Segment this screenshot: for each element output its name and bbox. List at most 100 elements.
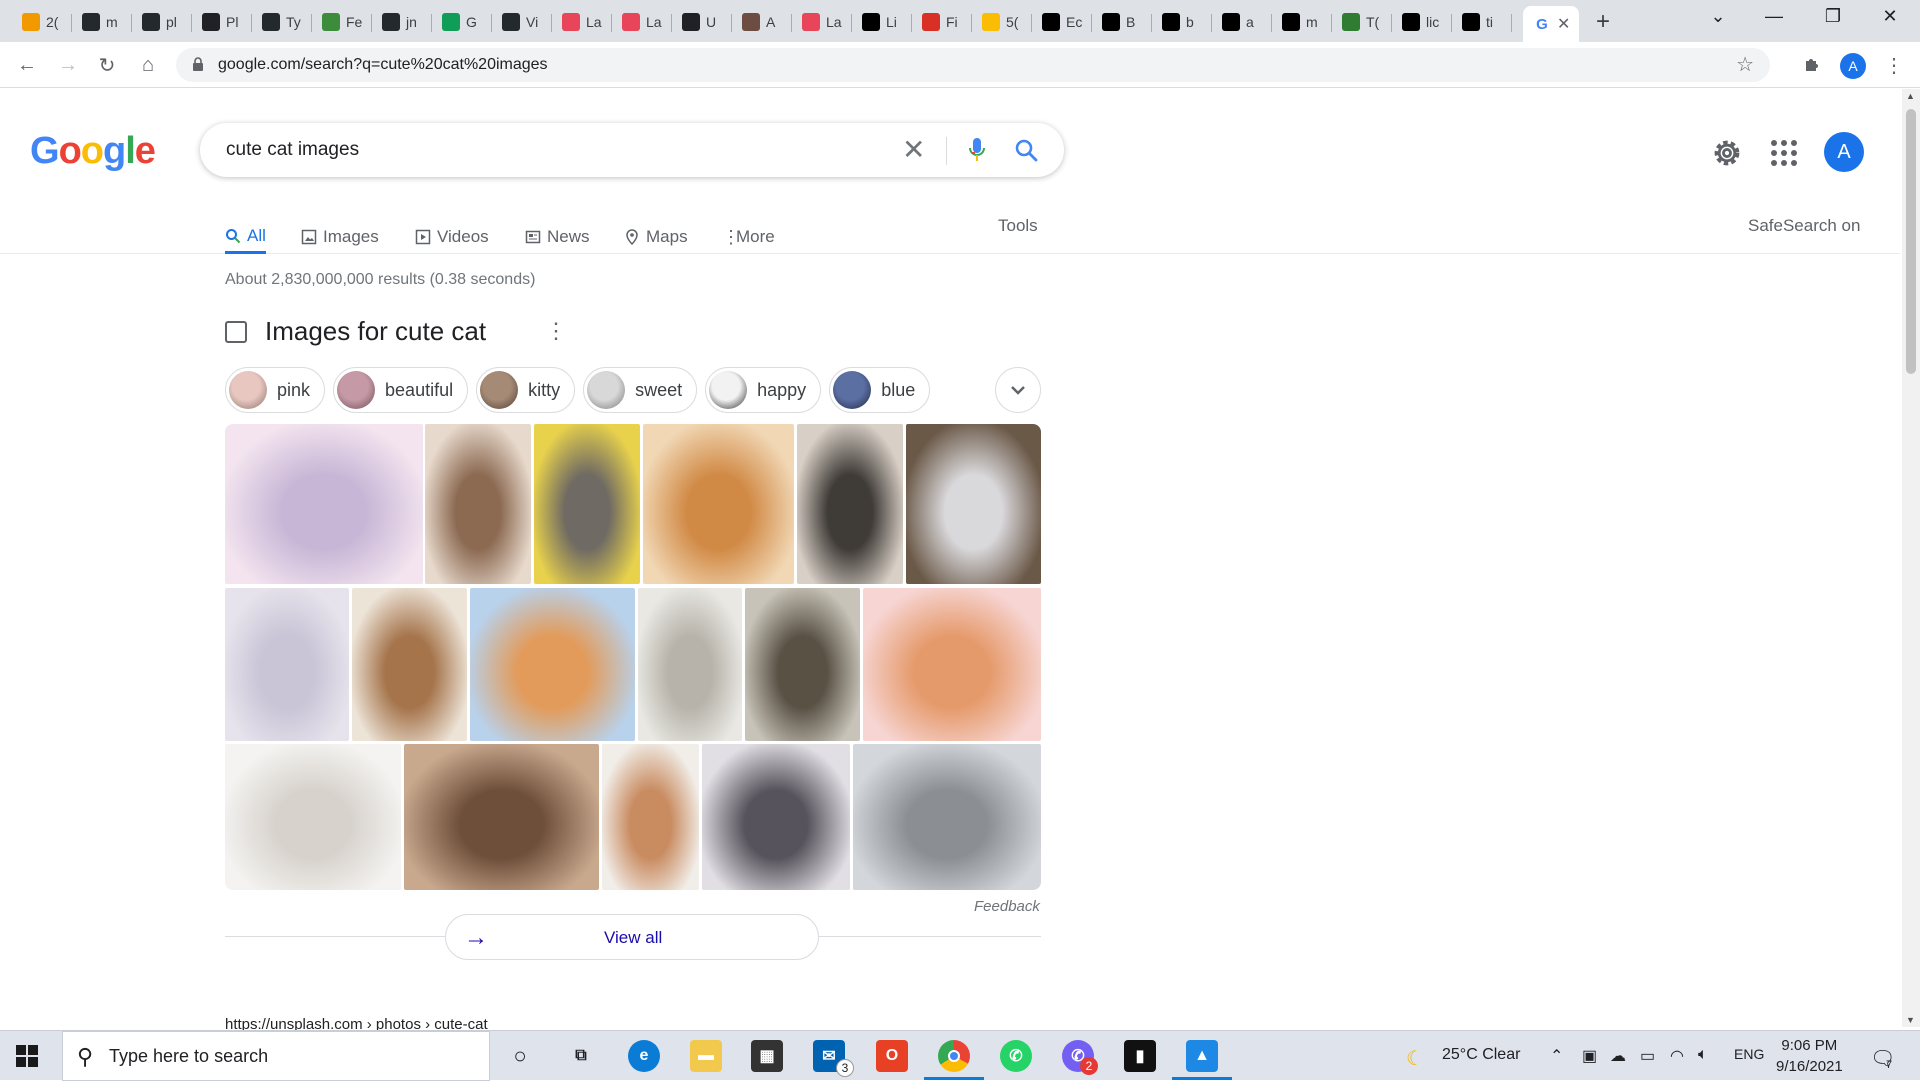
browser-tab[interactable]: T( [1332,6,1392,38]
microphone-icon[interactable] [968,137,986,163]
chrome-menu-icon[interactable]: ⋮ [1880,51,1908,79]
office-icon[interactable]: O [876,1040,908,1072]
onedrive-cloud-icon[interactable]: ☁ [1610,1046,1626,1066]
search-icon[interactable] [1014,138,1038,162]
image-thumbnail[interactable] [863,588,1041,741]
search-box[interactable]: cute cat images ✕ [200,123,1064,177]
image-thumbnail[interactable] [404,744,599,890]
account-avatar[interactable]: A [1824,132,1864,172]
battery-icon[interactable]: ▭ [1640,1046,1655,1066]
windows-start-icon[interactable] [16,1045,38,1067]
refinement-chip[interactable]: kitty [476,367,576,413]
page-scrollbar[interactable]: ▲ ▼ [1902,89,1920,1027]
store-icon[interactable]: ▦ [751,1040,783,1072]
language-indicator[interactable]: ENG [1734,1046,1764,1062]
browser-tab[interactable]: lic [1392,6,1452,38]
tab-active-google[interactable]: G ✕ [1523,6,1579,42]
view-all-button[interactable]: → View all [445,914,819,960]
image-thumbnail[interactable] [225,424,423,584]
browser-tab[interactable]: 2( [12,6,72,38]
browser-tab[interactable]: Pl [192,6,252,38]
browser-tab[interactable]: m [72,6,132,38]
scrollbar-thumb[interactable] [1906,109,1916,374]
image-thumbnail[interactable] [638,588,742,741]
browser-tab[interactable]: pl [132,6,192,38]
image-thumbnail[interactable] [745,588,860,741]
browser-tab[interactable]: Li [852,6,912,38]
google-apps-icon[interactable] [1771,140,1797,166]
browser-tab[interactable]: a [1212,6,1272,38]
browser-tab[interactable]: U [672,6,732,38]
refinement-chip[interactable]: pink [225,367,326,413]
tab-search-chevron-icon[interactable]: ⌄ [1698,6,1738,27]
whatsapp-icon[interactable]: ✆ [1000,1040,1032,1072]
chevron-down-icon[interactable] [995,367,1041,413]
weather-text[interactable]: 25°C Clear [1442,1046,1520,1064]
forward-button[interactable]: → [54,51,82,79]
image-thumbnail[interactable] [853,744,1041,890]
tools-button[interactable]: Tools [998,216,1038,236]
image-thumbnail[interactable] [425,424,531,584]
profile-avatar-small[interactable]: A [1840,53,1866,79]
browser-tab[interactable]: La [792,6,852,38]
browser-tab[interactable]: La [612,6,672,38]
refinement-chip[interactable]: sweet [583,367,698,413]
refinement-chip[interactable]: happy [705,367,822,413]
edge-icon[interactable]: e [628,1040,660,1072]
tray-chevron-up-icon[interactable]: ⌃ [1550,1046,1563,1066]
maximize-button[interactable]: ❐ [1813,6,1853,27]
meet-icon[interactable]: ▣ [1582,1046,1597,1066]
clock[interactable]: 9:06 PM 9/16/2021 [1776,1035,1843,1077]
image-thumbnail[interactable] [225,744,401,890]
clear-search-icon[interactable]: ✕ [902,133,925,166]
browser-tab[interactable]: Ec [1032,6,1092,38]
scroll-up-icon[interactable]: ▲ [1906,91,1915,101]
image-thumbnail[interactable] [470,588,635,741]
address-bar[interactable]: google.com/search?q=cute%20cat%20images … [176,48,1770,82]
refinement-chip[interactable]: blue [829,367,931,413]
task-view-icon[interactable]: ⧉ [565,1040,597,1072]
tab-videos[interactable]: Videos [415,220,489,254]
browser-tab[interactable]: ti [1452,6,1512,38]
section-menu-icon[interactable]: ⋮ [545,318,567,344]
minimize-button[interactable]: — [1754,6,1794,27]
tab-all[interactable]: All [225,220,266,254]
browser-tab[interactable]: Fe [312,6,372,38]
image-thumbnail[interactable] [906,424,1041,584]
file-explorer-icon[interactable]: ▬ [690,1040,722,1072]
browser-tab[interactable]: B [1092,6,1152,38]
volume-icon[interactable]: 🔈︎ [1698,1046,1708,1064]
image-thumbnail[interactable] [534,424,640,584]
gear-icon[interactable] [1710,136,1744,170]
browser-tab[interactable]: jn [372,6,432,38]
browser-tab[interactable]: 5( [972,6,1032,38]
google-logo[interactable]: Google [30,130,156,173]
close-tab-icon[interactable]: ✕ [1557,14,1570,34]
taskbar-search[interactable]: ⚲ Type here to search [62,1031,490,1081]
browser-tab[interactable]: Vi [492,6,552,38]
bookmark-star-icon[interactable]: ☆ [1736,52,1754,77]
close-window-button[interactable]: ✕ [1870,6,1910,27]
cortana-icon[interactable]: ○ [504,1040,536,1072]
scroll-down-icon[interactable]: ▼ [1906,1015,1915,1025]
browser-tab[interactable]: G [432,6,492,38]
home-button[interactable]: ⌂ [134,51,162,79]
url-text[interactable]: google.com/search?q=cute%20cat%20images [218,56,548,74]
image-thumbnail[interactable] [225,588,349,741]
image-thumbnail[interactable] [602,744,699,890]
feedback-link[interactable]: Feedback [974,898,1040,915]
browser-tab[interactable]: Ty [252,6,312,38]
wifi-icon[interactable]: ◠ [1670,1046,1684,1066]
browser-tab[interactable]: A [732,6,792,38]
images-heading-text[interactable]: Images for cute cat [265,316,486,347]
safesearch-toggle[interactable]: SafeSearch on [1748,216,1860,236]
tab-more[interactable]: ⋮ More [722,220,775,254]
browser-tab[interactable]: b [1152,6,1212,38]
photos-icon[interactable]: ▲ [1186,1040,1218,1072]
moon-weather-icon[interactable]: ☾ [1406,1046,1424,1071]
tab-images[interactable]: Images [301,220,379,254]
image-thumbnail[interactable] [352,588,467,741]
extensions-puzzle-icon[interactable] [1798,51,1826,79]
refinement-chip[interactable]: beautiful [333,367,469,413]
new-tab-button[interactable]: + [1596,8,1610,36]
